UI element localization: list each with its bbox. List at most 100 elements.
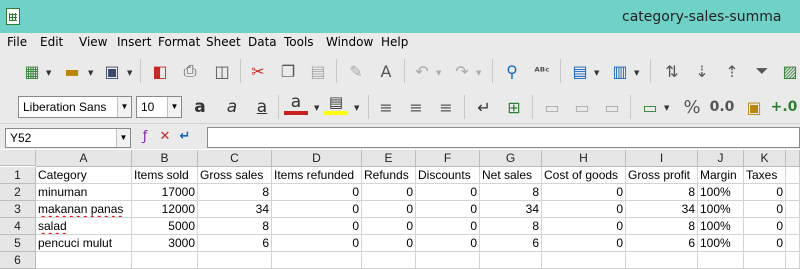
menu-sheet[interactable]: Sheet bbox=[206, 35, 241, 49]
table-cell[interactable]: minuman bbox=[36, 184, 132, 201]
image-icon[interactable]: ▨ bbox=[778, 59, 800, 83]
table-cell[interactable]: 0 bbox=[272, 184, 362, 201]
table-cell[interactable]: 100% bbox=[698, 218, 744, 235]
currency-dropdown-icon[interactable]: ▼ bbox=[664, 104, 669, 112]
table-cell[interactable]: 0 bbox=[416, 184, 480, 201]
wrap-text-icon[interactable]: ↵ bbox=[472, 95, 496, 119]
sort-ascending-icon[interactable]: ⇣ bbox=[690, 59, 714, 83]
accept-icon[interactable]: ↵ bbox=[176, 128, 194, 146]
table-cell[interactable]: 8 bbox=[198, 218, 272, 235]
empty-cell[interactable] bbox=[786, 252, 800, 269]
table-cell[interactable]: 100% bbox=[698, 235, 744, 252]
menu-help[interactable]: Help bbox=[381, 35, 408, 49]
row-header-3[interactable]: 3 bbox=[0, 201, 36, 218]
empty-cell[interactable] bbox=[480, 252, 542, 269]
underline-icon[interactable]: a bbox=[250, 95, 274, 119]
table-cell[interactable]: 0 bbox=[744, 201, 786, 218]
column-header-e[interactable]: E bbox=[362, 150, 416, 167]
table-cell[interactable]: 0 bbox=[542, 184, 626, 201]
row-header-2[interactable]: 2 bbox=[0, 184, 36, 201]
align-right-icon[interactable]: ≡ bbox=[434, 95, 458, 119]
sort-icon[interactable]: ⇅ bbox=[660, 59, 684, 83]
cut-icon[interactable]: ✂ bbox=[246, 59, 270, 83]
spreadsheet-grid[interactable]: A B C D E F G H I J K 1 2 3 4 5 6 Catego… bbox=[0, 150, 800, 269]
open-dropdown-icon[interactable]: ▼ bbox=[88, 69, 93, 77]
chevron-down-icon[interactable]: ▼ bbox=[117, 97, 131, 117]
font-size-select[interactable]: 10 ▼ bbox=[136, 96, 182, 118]
background-color-icon[interactable]: ▤ bbox=[324, 93, 348, 115]
table-cell[interactable]: 0 bbox=[416, 235, 480, 252]
table-cell[interactable]: 0 bbox=[272, 201, 362, 218]
column-dropdown-icon[interactable]: ▼ bbox=[634, 69, 639, 77]
table-cell[interactable]: 6 bbox=[198, 235, 272, 252]
empty-cell[interactable] bbox=[36, 252, 132, 269]
table-cell[interactable]: 34 bbox=[198, 201, 272, 218]
table-cell[interactable]: 17000 bbox=[132, 184, 198, 201]
align-top-icon[interactable]: ▭ bbox=[540, 95, 564, 119]
menu-edit[interactable]: Edit bbox=[40, 35, 63, 49]
table-cell[interactable]: 0 bbox=[272, 235, 362, 252]
table-cell[interactable]: 34 bbox=[626, 201, 698, 218]
row-header-4[interactable]: 4 bbox=[0, 218, 36, 235]
column-header-h[interactable]: H bbox=[542, 150, 626, 167]
table-cell[interactable]: 0 bbox=[542, 235, 626, 252]
empty-cell[interactable] bbox=[786, 184, 800, 201]
formula-input[interactable] bbox=[207, 127, 800, 148]
table-cell[interactable]: salad bbox=[36, 218, 132, 235]
table-cell[interactable]: 6 bbox=[480, 235, 542, 252]
table-cell[interactable]: 0 bbox=[362, 201, 416, 218]
redo-dropdown-icon[interactable]: ▼ bbox=[476, 69, 481, 77]
align-left-icon[interactable]: ≡ bbox=[374, 95, 398, 119]
table-cell[interactable]: 0 bbox=[362, 184, 416, 201]
menu-view[interactable]: View bbox=[79, 35, 107, 49]
undo-dropdown-icon[interactable]: ▼ bbox=[436, 69, 441, 77]
font-color-dropdown-icon[interactable]: ▼ bbox=[314, 104, 319, 112]
row-header-1[interactable]: 1 bbox=[0, 167, 36, 184]
empty-cell[interactable] bbox=[416, 252, 480, 269]
table-cell[interactable]: 3000 bbox=[132, 235, 198, 252]
bold-icon[interactable]: a bbox=[188, 95, 212, 119]
empty-cell[interactable] bbox=[744, 252, 786, 269]
name-box[interactable]: Y52 ▼ bbox=[5, 128, 131, 148]
header-cell[interactable]: Items refunded bbox=[272, 167, 362, 184]
column-header-a[interactable]: A bbox=[36, 150, 132, 167]
empty-cell[interactable] bbox=[786, 167, 800, 184]
merge-center-icon[interactable]: ⊞ bbox=[502, 95, 526, 119]
cancel-icon[interactable]: ✕ bbox=[156, 128, 174, 146]
clone-formatting-icon[interactable]: ✎ bbox=[344, 59, 368, 83]
table-cell[interactable]: 0 bbox=[416, 218, 480, 235]
function-wizard-icon[interactable]: ƒ bbox=[136, 128, 154, 146]
print-icon[interactable]: ⎙ bbox=[178, 59, 202, 83]
export-pdf-icon[interactable]: ◧ bbox=[148, 59, 172, 83]
empty-cell[interactable] bbox=[786, 218, 800, 235]
table-cell[interactable]: 0 bbox=[744, 235, 786, 252]
column-header-f[interactable]: F bbox=[416, 150, 480, 167]
column-header-i[interactable]: I bbox=[626, 150, 698, 167]
currency-format-icon[interactable]: ▭ bbox=[638, 95, 662, 119]
new-document-icon[interactable]: ▦ bbox=[20, 59, 44, 83]
find-replace-icon[interactable]: ⚲ bbox=[500, 59, 524, 83]
empty-cell[interactable] bbox=[626, 252, 698, 269]
header-cell[interactable]: Refunds bbox=[362, 167, 416, 184]
empty-cell[interactable] bbox=[132, 252, 198, 269]
table-cell[interactable]: 8 bbox=[198, 184, 272, 201]
table-cell[interactable]: 0 bbox=[416, 201, 480, 218]
table-cell[interactable]: 8 bbox=[626, 218, 698, 235]
empty-cell[interactable] bbox=[542, 252, 626, 269]
header-cell[interactable]: Gross profit bbox=[626, 167, 698, 184]
row-header-5[interactable]: 5 bbox=[0, 235, 36, 252]
open-folder-icon[interactable]: ▬ bbox=[60, 59, 84, 83]
align-bottom-icon[interactable]: ▭ bbox=[600, 95, 624, 119]
column-header-g[interactable]: G bbox=[480, 150, 542, 167]
new-dropdown-icon[interactable]: ▼ bbox=[46, 69, 51, 77]
percent-format-icon[interactable]: % bbox=[680, 95, 704, 119]
table-cell[interactable]: 6 bbox=[626, 235, 698, 252]
header-cell[interactable]: Gross sales bbox=[198, 167, 272, 184]
empty-cell[interactable] bbox=[362, 252, 416, 269]
save-icon[interactable]: ▣ bbox=[100, 59, 124, 83]
empty-cell[interactable] bbox=[786, 201, 800, 218]
font-color-icon[interactable]: a bbox=[284, 92, 308, 115]
table-cell[interactable]: 0 bbox=[542, 218, 626, 235]
clear-formatting-icon[interactable]: A bbox=[374, 59, 398, 83]
menu-format[interactable]: Format bbox=[158, 35, 200, 49]
